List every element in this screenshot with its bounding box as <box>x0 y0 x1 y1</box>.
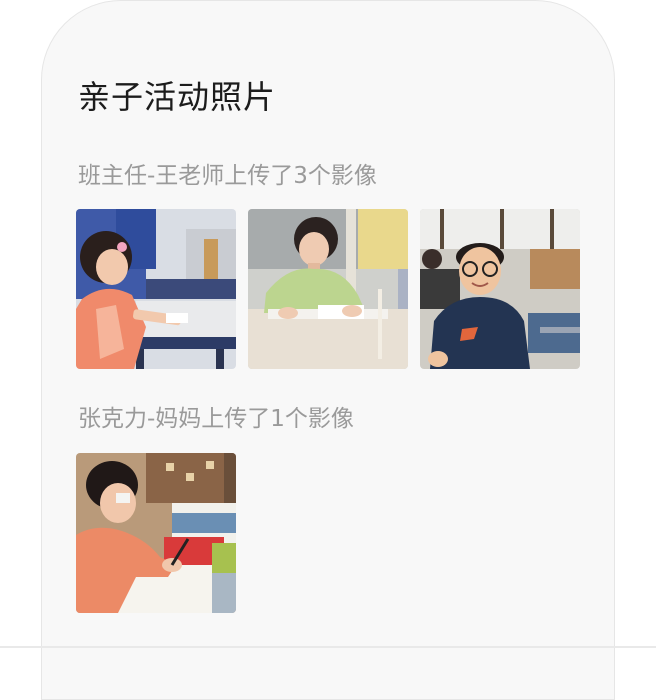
photo-boy-glasses-smiling-icon <box>420 209 580 369</box>
uploader-caption-teacher: 班主任-王老师上传了3个影像 <box>78 163 377 189</box>
photo-girl-green-shirt-writing-icon <box>248 209 408 369</box>
photo-thumbnail[interactable] <box>420 209 580 369</box>
photo-girl-pink-jacket-writing-icon <box>76 209 236 369</box>
activity-photos-card: 亲子活动照片 班主任-王老师上传了3个影像 张克力-妈妈上传了1个影像 <box>41 0 615 700</box>
photo-row-mother <box>76 453 236 613</box>
photo-girl-orange-shirt-writing-icon <box>76 453 236 613</box>
section-title: 亲子活动照片 <box>78 78 277 116</box>
photo-thumbnail[interactable] <box>248 209 408 369</box>
photo-row-teacher <box>76 209 580 369</box>
photo-thumbnail[interactable] <box>76 209 236 369</box>
uploader-caption-mother: 张克力-妈妈上传了1个影像 <box>78 406 354 432</box>
photo-thumbnail[interactable] <box>76 453 236 613</box>
